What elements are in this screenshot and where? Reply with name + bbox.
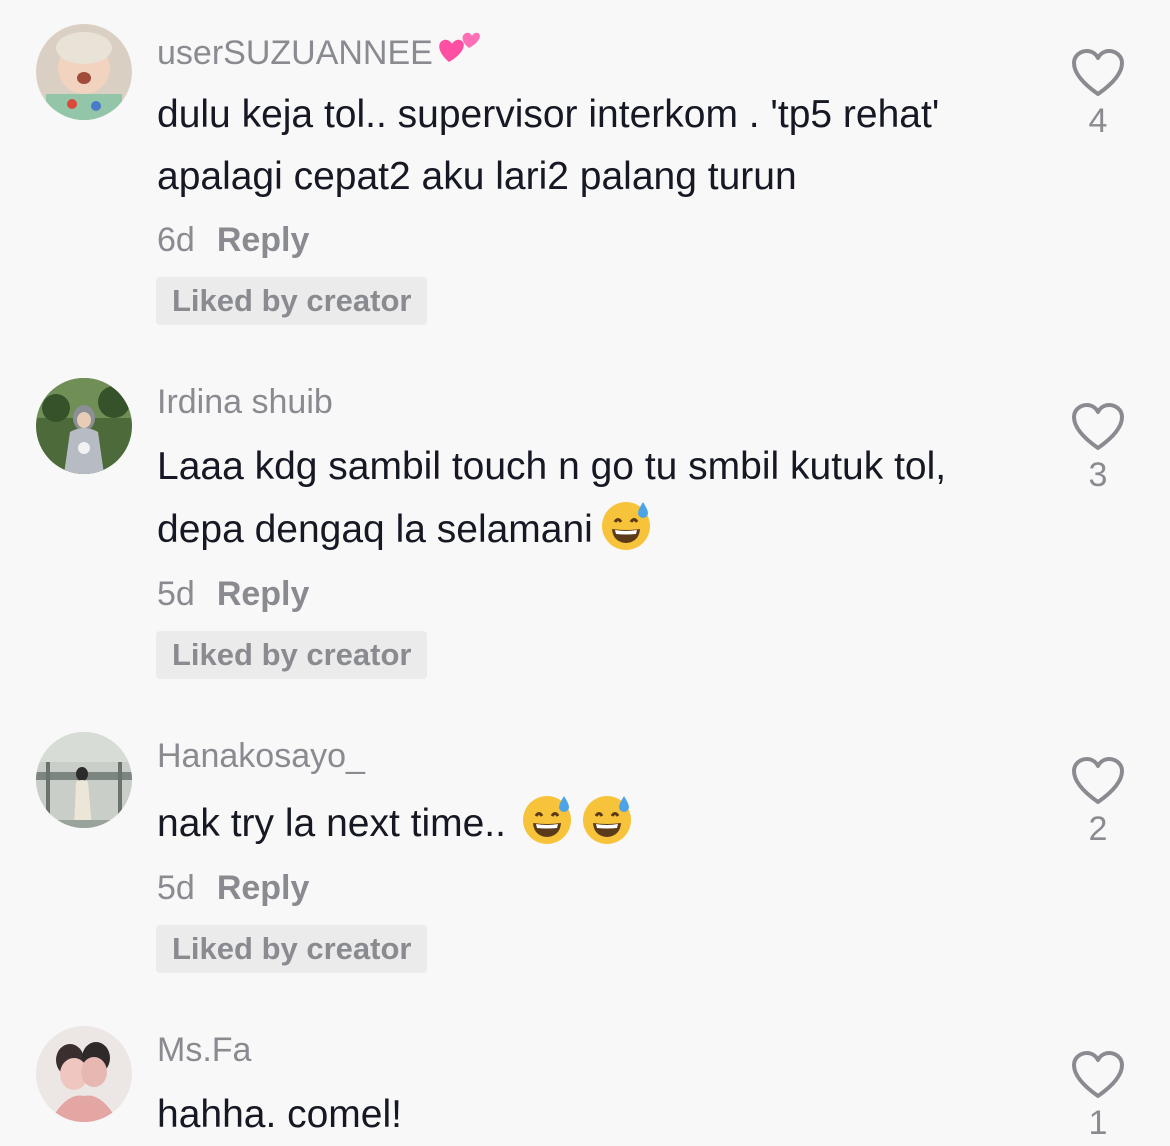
- like-count: 4: [1088, 102, 1108, 140]
- comment-meta: 6d Reply: [157, 220, 309, 260]
- heart-outline-icon: [1072, 757, 1124, 804]
- reply-button[interactable]: Reply: [217, 575, 310, 613]
- two-hearts-icon: [435, 28, 481, 77]
- comment-text: dulu keja tol.. supervisor interkom . 't…: [157, 93, 940, 198]
- comment-username[interactable]: Irdina shuib: [157, 382, 333, 422]
- grinning-sweat-icon: [599, 498, 653, 571]
- reply-button[interactable]: Reply: [217, 221, 310, 259]
- like-button[interactable]: 1: [1062, 1050, 1134, 1142]
- comment-text: hahha. comel!: [157, 1093, 402, 1136]
- comment-username[interactable]: Ms.Fa: [157, 1030, 251, 1070]
- like-count: 1: [1088, 1104, 1108, 1142]
- comment-time: 5d: [157, 869, 195, 907]
- heart-outline-icon: [1072, 1051, 1124, 1098]
- comment-time: 5d: [157, 575, 195, 613]
- like-button[interactable]: 4: [1062, 48, 1134, 140]
- avatar[interactable]: [36, 1026, 132, 1122]
- like-count: 3: [1088, 456, 1108, 494]
- comment-text: nak try la next time..: [157, 792, 1037, 865]
- liked-by-creator-badge: Liked by creator: [156, 925, 428, 973]
- like-button[interactable]: 2: [1062, 756, 1134, 848]
- like-count: 2: [1088, 810, 1108, 848]
- comment-text: Laaa kdg sambil touch n go tu smbil kutu…: [157, 436, 1037, 571]
- avatar[interactable]: [36, 24, 132, 120]
- grinning-sweat-icon: [580, 792, 634, 865]
- comment-time: 6d: [157, 221, 195, 259]
- heart-outline-icon: [1072, 49, 1124, 96]
- comment-username[interactable]: Hanakosayo_: [157, 736, 365, 776]
- grinning-sweat-icon: [520, 792, 574, 865]
- avatar[interactable]: [36, 732, 132, 828]
- comment-meta: 5d Reply: [157, 868, 309, 908]
- liked-by-creator-badge: Liked by creator: [156, 277, 428, 325]
- avatar[interactable]: [36, 378, 132, 474]
- comment-meta: 5d Reply: [157, 574, 309, 614]
- comment-username[interactable]: userSUZUANNEE: [157, 28, 481, 77]
- like-button[interactable]: 3: [1062, 402, 1134, 494]
- reply-button[interactable]: Reply: [217, 869, 310, 907]
- heart-outline-icon: [1072, 403, 1124, 450]
- liked-by-creator-badge: Liked by creator: [156, 631, 428, 679]
